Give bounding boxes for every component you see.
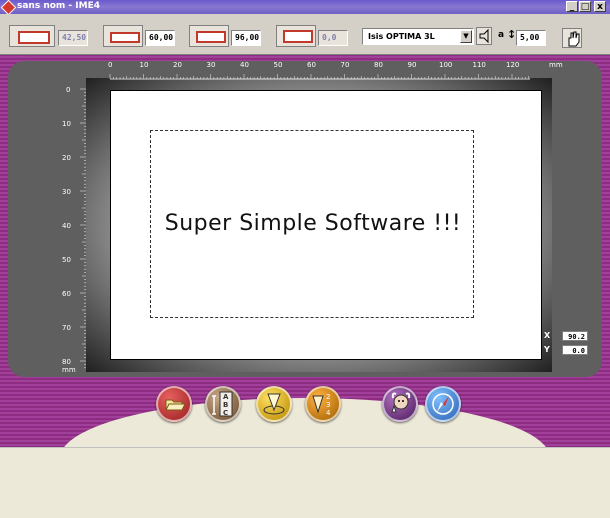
svg-text:B: B [223, 401, 228, 409]
y-coord-label: Y [544, 345, 550, 354]
hand-tool-icon[interactable] [562, 28, 582, 48]
x-coord-label: X [544, 331, 551, 340]
window-title: sans nom - IME4 [17, 1, 101, 11]
fraction-tool-icon: 2 3 4 [312, 393, 331, 417]
ruler-h-label: 110 [472, 61, 486, 69]
text-size-field[interactable]: 5,00 [516, 30, 546, 46]
y-coord-value: 0.0 [562, 345, 588, 355]
ruler-h-label: 80 [374, 61, 383, 69]
plate-width-icon[interactable] [189, 25, 229, 47]
height-field[interactable]: 42,50 [58, 30, 88, 46]
help-wizard-button[interactable] [382, 386, 418, 422]
title-bar: sans nom - IME4 _ □ x [0, 0, 610, 16]
ruler-v-label: 50 [62, 256, 71, 264]
svg-text:3: 3 [326, 401, 330, 409]
compass-button[interactable] [425, 386, 461, 422]
text-frame[interactable]: Super Simple Software !!! [150, 130, 474, 318]
ruler-v-label: 60 [62, 290, 71, 298]
ruler-h-label: 50 [273, 61, 283, 69]
text-abc-button[interactable]: A B C [205, 386, 241, 422]
ruler-h-label: mm [549, 61, 563, 69]
close-button[interactable]: x [594, 1, 606, 12]
ruler-h-label: 100 [439, 61, 453, 69]
height-dimension-icon[interactable] [9, 25, 55, 47]
ruler-v-label: 30 [62, 188, 71, 196]
plate-height-field[interactable]: 0,0 [318, 30, 348, 46]
ruler-v-label: 40 [62, 222, 71, 230]
engrave-tool-button[interactable] [256, 386, 292, 422]
sample-text: Super Simple Software !!! [164, 211, 462, 236]
ruler-v-label: 80 [62, 358, 71, 366]
toolbar: 42,50 60,00 96,00 0,0 Isis OPTIMA 3L ▼ a… [0, 14, 610, 55]
height-arrows-icon: ↕ [507, 28, 517, 41]
status-bar [0, 447, 610, 465]
ruler-h-label: 60 [307, 61, 316, 69]
ruler-v-label: 70 [62, 324, 71, 332]
svg-text:A: A [223, 393, 229, 401]
font-select-value: Isis OPTIMA 3L [368, 32, 435, 41]
open-folder-button[interactable] [156, 386, 192, 422]
svg-text:2: 2 [326, 393, 330, 401]
compass-icon [432, 393, 454, 415]
fraction-tool-button[interactable]: 2 3 4 [305, 386, 341, 422]
ruler-h-label: 20 [173, 61, 182, 69]
plate-height-icon[interactable] [276, 25, 316, 47]
svg-text:C: C [223, 409, 228, 417]
ruler-h-label: 30 [206, 61, 216, 69]
help-wizard-icon [391, 392, 411, 413]
font-select[interactable]: Isis OPTIMA 3L ▼ [362, 28, 474, 45]
width-field[interactable]: 60,00 [145, 30, 175, 46]
size-prefix: a [498, 30, 505, 40]
ruler-h-label: 70 [340, 61, 350, 69]
ruler-h-label: 10 [139, 61, 149, 69]
engrave-tool-icon [263, 393, 285, 415]
plate-width-field[interactable]: 96,00 [231, 30, 261, 46]
ruler-v-label: 10 [62, 120, 71, 128]
ruler-v-label: 0 [66, 86, 71, 94]
ruler-v-label: mm [62, 366, 76, 374]
sound-icon[interactable] [476, 27, 492, 45]
ruler-h-label: 120 [506, 61, 520, 69]
ruler-h-label: 0 [108, 61, 113, 69]
app-icon[interactable] [0, 0, 17, 16]
x-coord-value: 90.2 [562, 331, 588, 341]
maximize-button[interactable]: □ [579, 1, 591, 12]
ruler-h-label: 90 [407, 61, 417, 69]
abc-text-icon: A B C [212, 391, 233, 417]
chevron-down-icon[interactable]: ▼ [460, 30, 472, 43]
width-dimension-icon[interactable] [103, 25, 143, 47]
open-folder-icon [165, 399, 186, 411]
svg-text:4: 4 [326, 409, 331, 417]
ruler-h-label: 40 [240, 61, 249, 69]
ruler-v-label: 20 [62, 154, 71, 162]
minimize-button[interactable]: _ [566, 1, 578, 12]
